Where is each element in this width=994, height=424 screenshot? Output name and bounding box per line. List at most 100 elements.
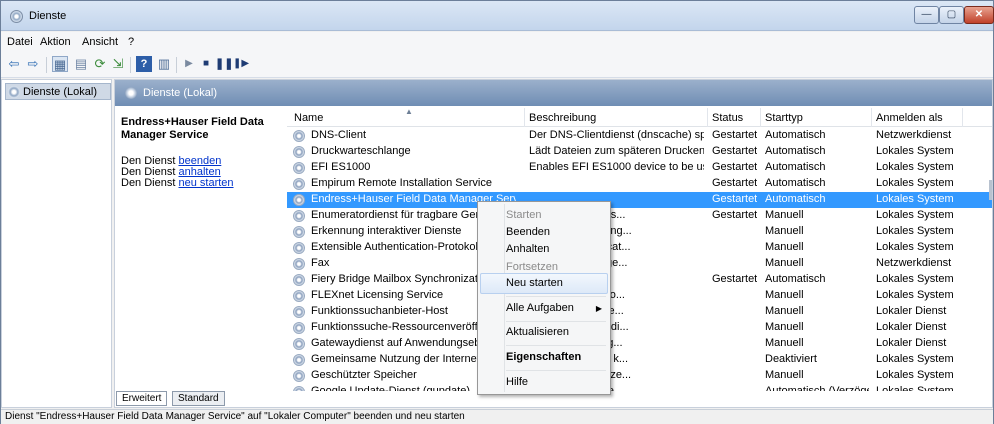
menu-datei[interactable]: Datei	[7, 36, 33, 48]
table-row[interactable]: Faxlen und Empfange...ManuellNetzwerkdie…	[287, 256, 992, 272]
pause-icon[interactable]: ❚❚	[215, 56, 233, 72]
close-button[interactable]: ✕	[964, 6, 994, 24]
table-row[interactable]: Druckwarteschlange Lädt Dateien zum späte…	[287, 144, 992, 160]
column-header-description[interactable]: Beschreibung	[529, 112, 596, 124]
list-header: ▲ Name Beschreibung Status Starttyp Anme…	[287, 108, 992, 127]
sort-arrow-icon: ▲	[405, 108, 413, 116]
tree-item-dienste-lokal[interactable]: Dienste (Lokal)	[5, 83, 111, 100]
restart-icon[interactable]: ❚▶	[233, 56, 249, 72]
menu-item-eigenschaften[interactable]: Eigenschaften	[480, 347, 608, 368]
menu-item-neu-starten[interactable]: Neu starten	[480, 273, 608, 294]
table-row[interactable]: Gatewaydienst auf Anwendungsebenefür Pro…	[287, 336, 992, 352]
table-row[interactable]: Empirum Remote Installation Service Gesta…	[287, 176, 992, 192]
cell-logon: Lokales System	[876, 177, 954, 189]
table-row[interactable]: Funktionssuchanbieter-Hostt dient zum Ho…	[287, 304, 992, 320]
column-header-logon[interactable]: Anmelden als	[876, 112, 943, 124]
cell-start: Manuell	[765, 289, 804, 301]
menu-ansicht[interactable]: Ansicht	[82, 36, 118, 48]
menu-help[interactable]: ?	[128, 36, 134, 48]
cell-logon: Netzwerkdienst	[876, 129, 952, 141]
cell-status: Gestartet	[712, 273, 757, 285]
view-tabs: Erweitert Standard	[116, 391, 416, 407]
export-icon[interactable]: ⇲	[110, 56, 126, 72]
play-icon[interactable]: ▶	[181, 56, 197, 72]
column-header-starttyp[interactable]: Starttyp	[765, 112, 803, 124]
cell-start: Manuell	[765, 241, 804, 253]
cell-logon: Lokales System	[876, 145, 954, 157]
toolbar-separator	[130, 57, 131, 73]
cell-status: Gestartet	[712, 177, 757, 189]
cell-start: Deaktiviert	[765, 353, 817, 365]
tab-standard[interactable]: Standard	[172, 391, 225, 406]
table-row[interactable]: Extensible Authentication-Protokollensib…	[287, 240, 992, 256]
menu-item-alle-aufgaben[interactable]: Alle Aufgaben ▶	[480, 298, 608, 319]
cell-desc: Enables EFI ES1000 device to be used fr.…	[529, 161, 704, 173]
context-menu: Starten Beenden Anhalten Fortsetzen Neu …	[477, 201, 611, 395]
column-divider	[962, 108, 963, 127]
cell-logon: Lokaler Dienst	[876, 337, 947, 349]
table-row[interactable]: Enumeratordienst für tragbare Gerätehtli…	[287, 208, 992, 224]
cell-start: Manuell	[765, 305, 804, 317]
cell-logon: Lokales System	[876, 289, 954, 301]
status-bar: Dienst "Endress+Hauser Field Data Manage…	[1, 409, 993, 424]
gear-icon	[293, 226, 305, 238]
refresh-icon[interactable]: ⟳	[92, 56, 108, 72]
table-row[interactable]: Funktionssuche-Ressourcenveröffentlicn C…	[287, 320, 992, 336]
menu-item-hilfe[interactable]: Hilfe	[480, 372, 608, 393]
table-row[interactable]: Google Update-Dienst (gupdate)tware auf …	[287, 384, 992, 391]
properties-icon[interactable]: ▤	[73, 56, 89, 72]
tree-item-label: Dienste (Lokal)	[23, 86, 97, 98]
cell-start: Manuell	[765, 337, 804, 349]
column-divider	[760, 108, 761, 127]
column-header-name[interactable]: Name	[294, 112, 323, 124]
gear-icon	[293, 306, 305, 318]
cell-desc: Der DNS-Clientdienst (dnscache) speic...	[529, 129, 704, 141]
table-row[interactable]: EFI ES1000 Enables EFI ES1000 device to b…	[287, 160, 992, 176]
table-row[interactable]: FLEXnet Licensing Services licensing fun…	[287, 288, 992, 304]
stop-icon[interactable]: ■	[198, 56, 214, 72]
cell-logon: Lokales System	[876, 193, 954, 205]
table-row-selected[interactable]: Endress+Hauser Field Data Manager Servi G…	[287, 192, 992, 208]
table-row[interactable]: Geschützter Speicherpeicher für schütze.…	[287, 368, 992, 384]
service-description-panel: Endress+Hauser Field Data Manager Servic…	[121, 116, 291, 189]
gear-icon	[293, 242, 305, 254]
menu-bar: Datei Aktion Ansicht ?	[1, 32, 993, 52]
table-row[interactable]: Gemeinsame Nutzung der Internetverbiern …	[287, 352, 992, 368]
forward-icon[interactable]: ⇨	[25, 56, 41, 72]
help-icon[interactable]: ?	[136, 56, 152, 72]
cell-start: Automatisch	[765, 177, 826, 189]
cell-start: Manuell	[765, 257, 804, 269]
gear-icon	[293, 274, 305, 286]
cell-start: Manuell	[765, 369, 804, 381]
restart-service-line: Den Dienst neu starten	[121, 177, 234, 189]
back-icon[interactable]: ⇦	[6, 56, 22, 72]
column-header-status[interactable]: Status	[712, 112, 743, 124]
table-row[interactable]: DNS-Client Der DNS-Clientdienst (dnscache…	[287, 128, 992, 144]
title-bar[interactable]: Dienste — ▢ ✕	[1, 1, 994, 31]
gear-icon	[293, 210, 305, 222]
cell-logon: Lokaler Dienst	[876, 305, 947, 317]
gear-icon	[8, 86, 20, 98]
restart-service-link[interactable]: neu starten	[178, 177, 233, 189]
menu-aktion[interactable]: Aktion	[40, 36, 71, 48]
tab-erweitert[interactable]: Erweitert	[116, 391, 168, 406]
console-tree-icon[interactable]: ▦	[52, 56, 68, 72]
gear-icon	[293, 130, 305, 142]
toolbar-separator	[176, 57, 177, 73]
maximize-button[interactable]: ▢	[939, 6, 964, 24]
scrollbar-thumb[interactable]	[989, 180, 992, 200]
table-row[interactable]: Erkennung interaktiver Diensteerbenachri…	[287, 224, 992, 240]
cell-status: Gestartet	[712, 161, 757, 173]
minimize-button[interactable]: —	[914, 6, 939, 24]
cell-status: Gestartet	[712, 209, 757, 221]
menu-item-aktualisieren[interactable]: Aktualisieren	[480, 322, 608, 343]
services-window: Dienste — ▢ ✕ Datei Aktion Ansicht ? ⇦ ⇨…	[0, 0, 994, 424]
cell-name: Druckwarteschlange	[311, 145, 411, 157]
show-hide-icon[interactable]: ▥	[156, 56, 172, 72]
window-title: Dienste	[29, 10, 67, 22]
column-divider	[871, 108, 872, 127]
table-row[interactable]: Fiery Bridge Mailbox Synchronization Gest…	[287, 272, 992, 288]
cell-start: Automatisch (Verzöge...	[765, 385, 869, 391]
gear-icon	[293, 290, 305, 302]
cell-logon: Lokales System	[876, 209, 954, 221]
